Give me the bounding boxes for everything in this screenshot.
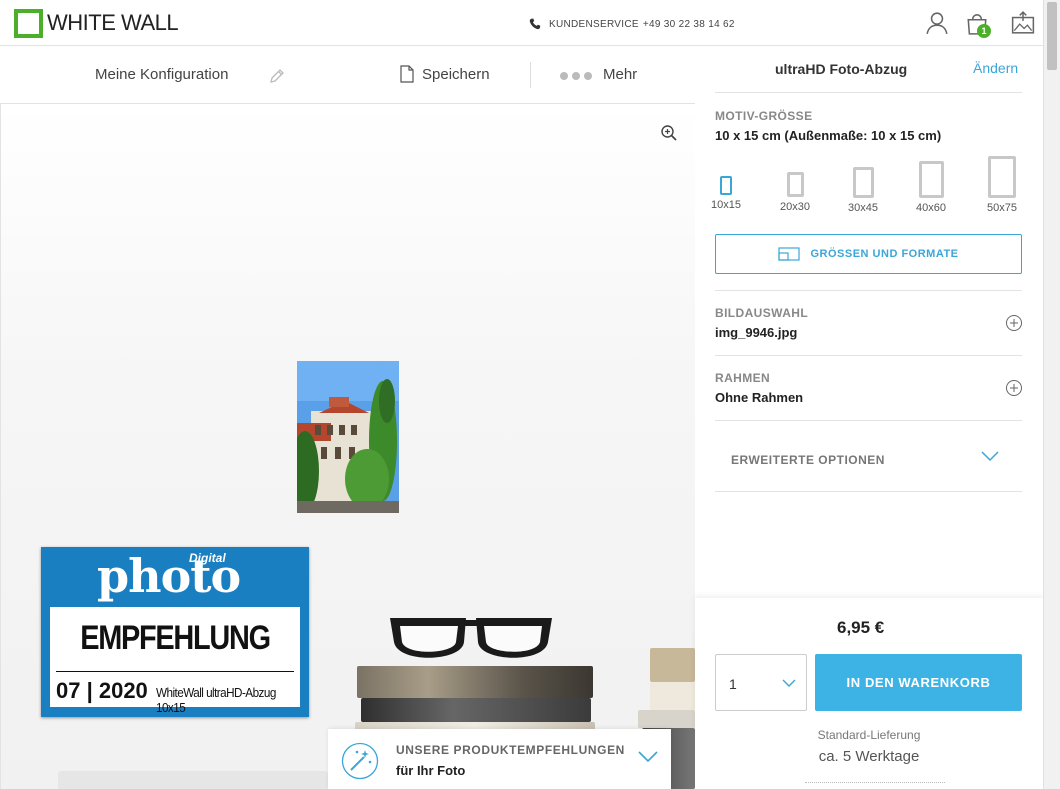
- quantity-select[interactable]: 1: [715, 654, 807, 711]
- page-scrollbar[interactable]: [1043, 0, 1060, 789]
- panel-divider: [715, 290, 1022, 291]
- shelf-decoration: [58, 771, 328, 789]
- app-root: WHITE WALL KUNDENSERVICE +49 30 22 38 14…: [0, 0, 1060, 789]
- configuration-toolbar: Meine Konfiguration Speichern Mehr: [0, 46, 695, 104]
- document-icon[interactable]: [400, 65, 414, 83]
- shipping-time: ca. 5 Werktage: [818, 748, 920, 765]
- badge-headline: EMPFEHLUNG: [80, 619, 271, 657]
- my-configuration-label[interactable]: Meine Konfiguration: [95, 66, 228, 83]
- badge-inner-panel: EMPFEHLUNG 07 | 2020 WhiteWall ultraHD-A…: [50, 607, 300, 715]
- zoom-in-icon[interactable]: [660, 124, 678, 142]
- more-dots-icon[interactable]: [560, 72, 596, 80]
- panel-divider: [715, 491, 1022, 492]
- sizes-and-formats-button[interactable]: GRÖSSEN UND FORMATE: [715, 234, 1022, 274]
- badge-issue: 07 | 2020: [56, 678, 148, 703]
- toolbar-divider: [530, 62, 531, 88]
- frame-value: Ohne Rahmen: [715, 390, 804, 405]
- configuration-panel: ultraHD Foto-Abzug Ändern MOTIV-GRÖSSE 1…: [695, 46, 1043, 789]
- photo-building-image: [297, 361, 399, 513]
- quantity-value: 1: [729, 676, 737, 692]
- customer-service-hotline[interactable]: KUNDENSERVICE +49 30 22 38 14 62: [529, 18, 735, 30]
- chevron-down-icon[interactable]: [981, 451, 999, 463]
- glasses-decoration-icon: [390, 618, 552, 658]
- shipping-label: Standard-Lieferung: [817, 728, 921, 742]
- hotline-number: +49 30 22 38 14 62: [642, 18, 735, 30]
- logo[interactable]: WHITE WALL: [14, 8, 179, 38]
- top-header: WHITE WALL KUNDENSERVICE +49 30 22 38 14…: [0, 0, 1043, 46]
- size-option-10x15[interactable]: 10x15: [707, 176, 745, 211]
- image-selection-label: BILDAUSWAHL: [715, 306, 809, 320]
- recommendations-subtitle: für Ihr Foto: [396, 763, 466, 778]
- cart-count-badge: 1: [977, 24, 991, 38]
- purchase-box: 6,95 € 1 IN DEN WARENKORB Standard-Liefe…: [695, 598, 1043, 789]
- panel-divider: [715, 355, 1022, 356]
- uploaded-photo-preview[interactable]: [297, 361, 399, 513]
- change-product-link[interactable]: Ändern: [973, 60, 1018, 76]
- shipping-info-link[interactable]: [805, 782, 945, 784]
- size-selector: 10x15 20x30 30x45 40x60 50x75: [707, 154, 1027, 216]
- logo-square-icon: [14, 8, 43, 38]
- plus-circle-icon[interactable]: [1005, 379, 1023, 397]
- add-to-cart-button[interactable]: IN DEN WARENKORB: [815, 654, 1022, 711]
- size-label: MOTIV-GRÖSSE: [715, 109, 813, 123]
- plus-circle-icon[interactable]: [1005, 314, 1023, 332]
- sizes-and-formats-label: GRÖSSEN UND FORMATE: [810, 248, 959, 260]
- product-recommendations-bar[interactable]: UNSERE PRODUKTEMPFEHLUNGEN für Ihr Foto: [328, 729, 671, 789]
- image-selection-value: img_9946.jpg: [715, 325, 798, 340]
- digital-photo-recommendation-badge: Digital photo EMPFEHLUNG 07 | 2020 White…: [41, 547, 309, 717]
- logo-text: WHITE WALL: [47, 10, 179, 35]
- magic-wand-icon: [341, 742, 379, 780]
- upload-image-icon[interactable]: [1011, 11, 1035, 35]
- recommendations-title: UNSERE PRODUKTEMPFEHLUNGEN: [396, 743, 625, 757]
- panel-divider: [715, 420, 1022, 421]
- chevron-down-icon[interactable]: [638, 751, 658, 763]
- save-button[interactable]: Speichern: [422, 66, 490, 83]
- scrollbar-thumb[interactable]: [1047, 2, 1057, 70]
- chevron-down-icon: [782, 679, 796, 687]
- product-title: ultraHD Foto-Abzug: [775, 61, 908, 77]
- badge-product: WhiteWall ultraHD-Abzug 10x15: [156, 685, 276, 715]
- more-button[interactable]: Mehr: [603, 66, 637, 83]
- badge-divider: [56, 671, 294, 672]
- pencil-icon[interactable]: [268, 67, 286, 85]
- phone-icon: [529, 18, 541, 30]
- frame-label: RAHMEN: [715, 371, 771, 385]
- price: 6,95 €: [837, 618, 885, 637]
- size-option-40x60[interactable]: 40x60: [907, 161, 955, 214]
- account-icon[interactable]: [925, 11, 949, 35]
- hotline-label: KUNDENSERVICE: [549, 18, 639, 30]
- badge-photo-text: photo: [97, 549, 241, 603]
- size-value: 10 x 15 cm (Außenmaße: 10 x 15 cm): [715, 128, 942, 143]
- panel-divider: [715, 92, 1022, 93]
- size-option-50x75[interactable]: 50x75: [977, 156, 1027, 214]
- formats-icon: [778, 247, 801, 261]
- advanced-options-toggle[interactable]: ERWEITERTE OPTIONEN: [731, 453, 885, 467]
- size-option-20x30[interactable]: 20x30: [773, 172, 817, 213]
- size-option-30x45[interactable]: 30x45: [840, 167, 886, 214]
